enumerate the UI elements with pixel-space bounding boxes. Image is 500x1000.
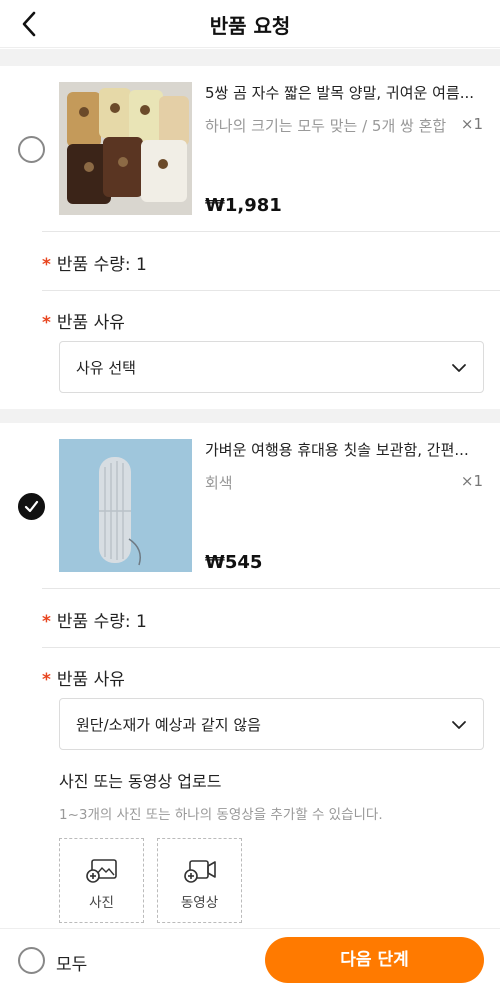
product-option: 하나의 크기는 모두 맞는 / 5개 쌍 혼합 (205, 117, 447, 135)
next-step-button[interactable]: 다음 단계 (265, 937, 484, 983)
divider (42, 231, 500, 232)
return-item: 5쌍 곰 자수 짧은 발목 양말, 귀여운 여름... 하나의 크기는 모두 맞… (0, 66, 500, 409)
return-quantity-row: * 반품 수량: 1 (42, 607, 147, 632)
product-price: ₩545 (205, 552, 263, 573)
return-quantity-value: 1 (136, 612, 147, 632)
upload-hint: 1~3개의 사진 또는 하나의 동영상을 추가할 수 있습니다. (59, 807, 383, 823)
reason-dropdown-value: 사유 선택 (76, 359, 136, 377)
reason-dropdown[interactable]: 사유 선택 (59, 341, 484, 393)
required-asterisk: * (42, 612, 51, 632)
toothbrush-case-image (59, 439, 192, 572)
upload-video-button[interactable]: 동영상 (157, 838, 242, 923)
required-asterisk: * (42, 313, 51, 333)
add-photo-icon (86, 859, 117, 883)
footer-bar: 모두 다음 단계 (0, 928, 500, 1000)
return-quantity-row: * 반품 수량: 1 (42, 250, 147, 275)
return-reason-label: 반품 사유 (56, 670, 125, 690)
upload-photo-label: 사진 (89, 895, 114, 911)
product-quantity: ×1 (460, 472, 483, 490)
product-name[interactable]: 가벼운 여행용 휴대용 칫솔 보관함, 간편... (205, 439, 487, 460)
section-gap (0, 409, 500, 423)
required-asterisk: * (42, 255, 51, 275)
check-icon (24, 500, 39, 513)
divider (42, 290, 500, 291)
item-select-checkbox[interactable] (18, 493, 45, 520)
reason-dropdown[interactable]: 원단/소재가 예상과 같지 않음 (59, 698, 484, 750)
chevron-down-icon (452, 364, 466, 372)
section-gap (0, 49, 500, 66)
product-quantity: ×1 (460, 115, 483, 133)
return-quantity-label: 반품 수량: (56, 255, 131, 275)
divider (42, 647, 500, 648)
required-asterisk: * (42, 670, 51, 690)
select-all-checkbox[interactable] (18, 947, 45, 974)
add-video-icon (184, 860, 216, 883)
upload-photo-button[interactable]: 사진 (59, 838, 144, 923)
item-select-checkbox[interactable] (18, 136, 45, 163)
return-quantity-value: 1 (136, 255, 147, 275)
reason-dropdown-value: 원단/소재가 예상과 같지 않음 (76, 716, 261, 734)
return-item: 가벼운 여행용 휴대용 칫솔 보관함, 간편... 회색 ×1 ₩545 * 반품… (0, 423, 500, 928)
product-name[interactable]: 5쌍 곰 자수 짧은 발목 양말, 귀여운 여름... (205, 82, 487, 103)
chevron-down-icon (452, 721, 466, 729)
return-reason-row: * 반품 사유 (42, 665, 125, 690)
select-all-label[interactable]: 모두 (56, 950, 87, 975)
upload-video-label: 동영상 (180, 895, 219, 911)
return-reason-label: 반품 사유 (56, 313, 125, 333)
product-price: ₩1,981 (205, 195, 282, 216)
bear-socks-image (59, 82, 192, 215)
product-option: 회색 (205, 474, 233, 492)
header: 반품 요청 (0, 0, 500, 48)
upload-title: 사진 또는 동영상 업로드 (59, 772, 222, 791)
return-reason-row: * 반품 사유 (42, 308, 125, 333)
page-title: 반품 요청 (209, 14, 291, 38)
return-quantity-label: 반품 수량: (56, 612, 131, 632)
divider (42, 588, 500, 589)
